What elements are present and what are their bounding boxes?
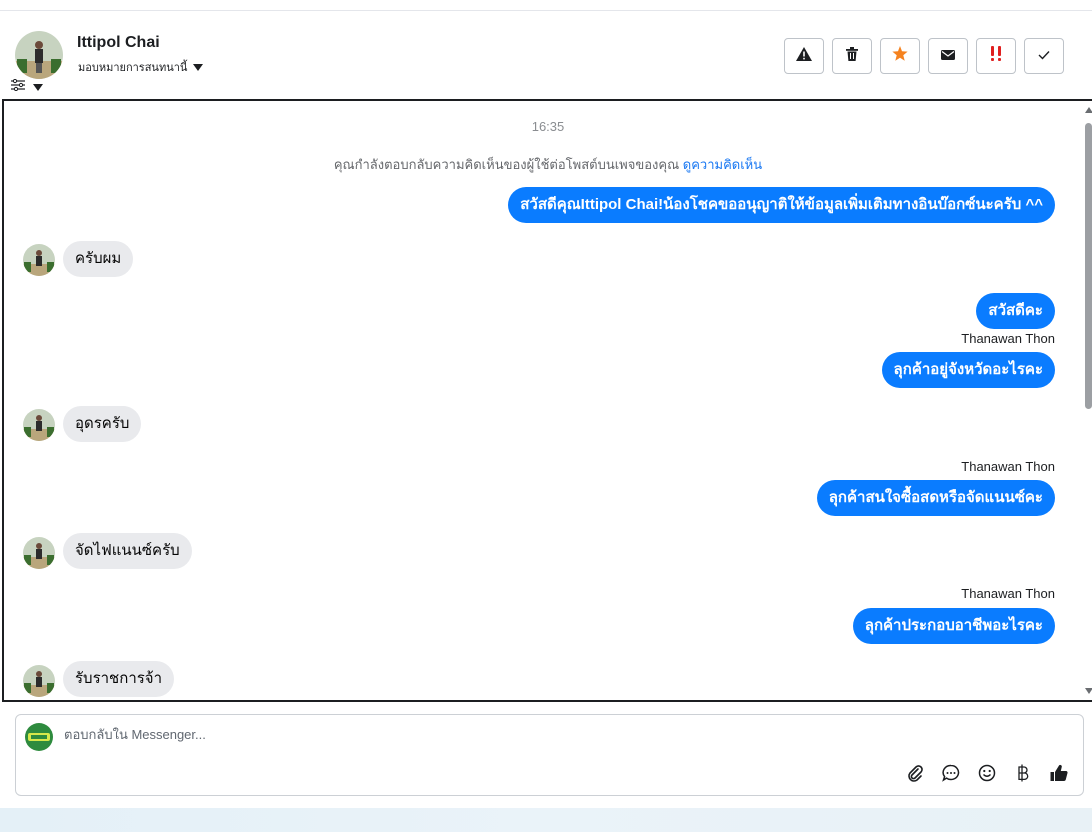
customer-avatar-small: [23, 665, 55, 697]
chat-bubble-icon: [942, 764, 960, 787]
page-footer-background: [0, 808, 1092, 832]
composer-toolbar: [903, 763, 1071, 787]
attach-icon: [907, 764, 923, 787]
incoming-message[interactable]: ครับผม: [63, 241, 134, 277]
mark-unread-button[interactable]: [928, 38, 968, 74]
baht-icon: [1017, 764, 1029, 787]
mark-urgent-button[interactable]: [976, 38, 1016, 74]
double-exclamation-icon: [989, 45, 1003, 67]
customer-avatar-small: [23, 537, 55, 569]
delete-button[interactable]: [832, 38, 872, 74]
trash-icon: [846, 46, 858, 66]
checkmark-icon: [1038, 47, 1050, 65]
report-button[interactable]: [784, 38, 824, 74]
page-avatar: [25, 723, 53, 751]
customer-avatar-small: [23, 244, 55, 276]
filter-dropdown[interactable]: [11, 78, 43, 96]
saved-replies-button[interactable]: [939, 763, 963, 787]
assign-label: มอบหมายการสนทนานี้: [78, 62, 188, 74]
sender-name: Thanawan Thon: [961, 331, 1055, 346]
notice-text: คุณกำลังตอบกลับความคิดเห็นของผู้ใช้ต่อโพ…: [333, 157, 680, 172]
attach-button[interactable]: [903, 763, 927, 787]
scrollbar[interactable]: [1084, 101, 1092, 700]
scroll-up-arrow-icon[interactable]: [1085, 107, 1092, 113]
outgoing-message[interactable]: ลุกค้าประกอบอาชีพอะไรคะ: [852, 608, 1055, 644]
caret-down-icon: [193, 63, 204, 71]
scrollbar-thumb[interactable]: [1085, 123, 1092, 409]
sliders-icon: [11, 78, 25, 96]
caret-down-icon: [33, 83, 43, 91]
customer-name[interactable]: Ittipol Chai: [77, 34, 160, 52]
outgoing-message[interactable]: ลุกค้าสนใจซื้อสดหรือจัดแนนซ์คะ: [816, 480, 1055, 516]
thumbs-up-icon: [1050, 764, 1068, 787]
outgoing-message[interactable]: สวัสดีคะ: [976, 293, 1055, 329]
message-timestamp: 16:35: [531, 119, 565, 134]
warning-icon: [796, 46, 812, 66]
reply-composer: [15, 714, 1084, 796]
customer-avatar[interactable]: [15, 31, 63, 79]
outgoing-message[interactable]: สวัสดีคุณIttipol Chai!น้องโชคขออนุญาติให…: [508, 187, 1055, 223]
conversation-actions: [784, 38, 1064, 74]
emoji-button[interactable]: [975, 763, 999, 787]
star-button[interactable]: [880, 38, 920, 74]
incoming-message[interactable]: รับราชการจ้า: [63, 661, 175, 697]
reply-input[interactable]: [64, 727, 864, 742]
sender-name: Thanawan Thon: [961, 586, 1055, 601]
like-button[interactable]: [1047, 763, 1071, 787]
assign-conversation-dropdown[interactable]: มอบหมายการสนทนานี้: [78, 58, 204, 76]
envelope-icon: [941, 47, 955, 65]
scroll-down-arrow-icon[interactable]: [1085, 688, 1092, 694]
emoji-icon: [978, 764, 996, 787]
incoming-message[interactable]: จัดไฟแนนซ์ครับ: [63, 533, 192, 569]
conversation-header: Ittipol Chai มอบหมายการสนทนานี้: [0, 11, 1092, 99]
outgoing-message[interactable]: ลุกค้าอยู่จังหวัดอะไรคะ: [881, 352, 1055, 388]
payment-button[interactable]: [1011, 763, 1035, 787]
customer-avatar-small: [23, 409, 55, 441]
comment-reply-notice: คุณกำลังตอบกลับความคิดเห็นของผู้ใช้ต่อโพ…: [4, 154, 1092, 175]
incoming-message[interactable]: อุดรครับ: [63, 406, 142, 442]
view-comment-link[interactable]: ดูความคิดเห็น: [683, 157, 762, 172]
mark-done-button[interactable]: [1024, 38, 1064, 74]
star-icon: [892, 46, 908, 66]
sender-name: Thanawan Thon: [961, 459, 1055, 474]
message-thread[interactable]: 16:35 คุณกำลังตอบกลับความคิดเห็นของผู้ใช…: [2, 99, 1092, 702]
